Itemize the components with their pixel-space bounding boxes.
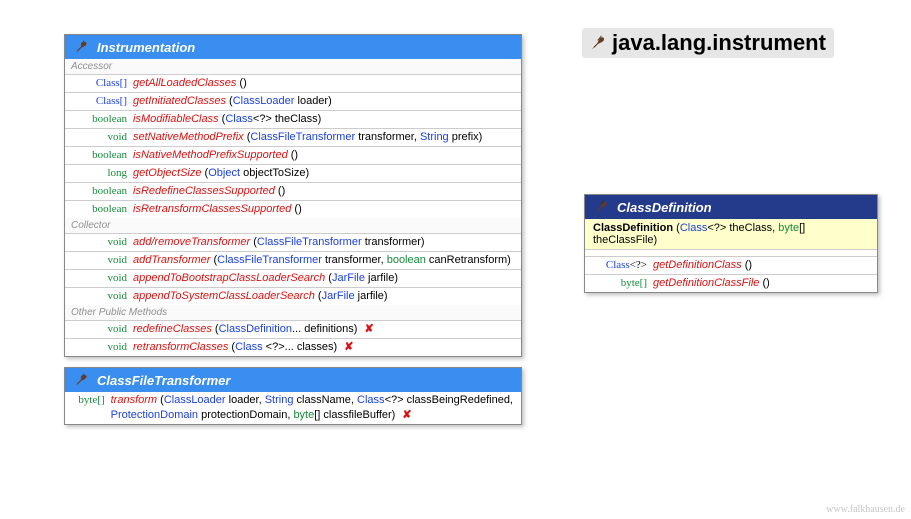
class-title-text: Instrumentation <box>97 40 195 55</box>
return-type: byte[] <box>585 276 653 291</box>
method-row: booleanisRetransformClassesSupported () <box>65 201 521 218</box>
method-signature: setNativeMethodPrefix (ClassFileTransfor… <box>133 130 482 145</box>
method-row: voidredefineClasses (ClassDefinition... … <box>65 321 521 339</box>
return-type: void <box>65 340 133 355</box>
section-collector: Collector <box>65 218 521 234</box>
return-type: byte[] <box>65 393 111 408</box>
method-row: booleanisRedefineClassesSupported () <box>65 183 521 201</box>
method-signature: getDefinitionClassFile () <box>653 276 770 291</box>
method-row: booleanisNativeMethodPrefixSupported () <box>65 147 521 165</box>
method-row: booleanisModifiableClass (Class<?> theCl… <box>65 111 521 129</box>
method-list-cd: Class<?>getDefinitionClass ()byte[]getDe… <box>585 257 877 292</box>
class-box-classdefinition: ClassDefinition ClassDefinition (Class<?… <box>584 194 878 293</box>
method-row: voidappendToBootstrapClassLoaderSearch (… <box>65 270 521 288</box>
method-row: voidadd/removeTransformer (ClassFileTran… <box>65 234 521 252</box>
package-title-text: java.lang.instrument <box>612 30 826 56</box>
return-type: void <box>65 130 133 145</box>
method-row: voidaddTransformer (ClassFileTransformer… <box>65 252 521 270</box>
method-signature: transform (ClassLoader loader, String cl… <box>111 393 513 423</box>
method-signature: getAllLoadedClasses () <box>133 76 247 91</box>
class-box-classfiletransformer: ClassFileTransformer byte[]transform (Cl… <box>64 367 522 425</box>
method-signature: isNativeMethodPrefixSupported () <box>133 148 298 163</box>
return-type: Class[] <box>65 94 133 109</box>
return-type: boolean <box>65 184 133 199</box>
method-list-cft: byte[]transform (ClassLoader loader, Str… <box>65 392 521 424</box>
return-type: void <box>65 235 133 250</box>
class-box-instrumentation: Instrumentation Accessor Class[]getAllLo… <box>64 34 522 357</box>
return-type: boolean <box>65 112 133 127</box>
method-signature: isRetransformClassesSupported () <box>133 202 302 217</box>
return-type: void <box>65 289 133 304</box>
violin-icon <box>73 372 91 388</box>
method-row: voidsetNativeMethodPrefix (ClassFileTran… <box>65 129 521 147</box>
method-signature: getDefinitionClass () <box>653 258 752 273</box>
method-row: byte[]getDefinitionClassFile () <box>585 275 877 292</box>
method-list-other: voidredefineClasses (ClassDefinition... … <box>65 321 521 356</box>
return-type: void <box>65 253 133 268</box>
return-type: boolean <box>65 148 133 163</box>
method-list-accessor: Class[]getAllLoadedClasses ()Class[]getI… <box>65 75 521 218</box>
method-signature: appendToSystemClassLoaderSearch (JarFile… <box>133 289 388 304</box>
method-row: Class<?>getDefinitionClass () <box>585 257 877 275</box>
method-row: voidretransformClasses (Class <?>... cla… <box>65 339 521 356</box>
class-title-classdefinition: ClassDefinition <box>585 195 877 219</box>
method-signature: add/removeTransformer (ClassFileTransfor… <box>133 235 425 250</box>
footer-link[interactable]: www.falkhausen.de <box>826 504 905 515</box>
package-title: java.lang.instrument <box>582 28 834 58</box>
method-signature: isRedefineClassesSupported () <box>133 184 285 199</box>
method-list-collector: voidadd/removeTransformer (ClassFileTran… <box>65 234 521 305</box>
class-title-text: ClassDefinition <box>617 200 712 215</box>
section-other: Other Public Methods <box>65 305 521 321</box>
spacer <box>585 250 877 257</box>
class-title-classfiletransformer: ClassFileTransformer <box>65 368 521 392</box>
method-signature: redefineClasses (ClassDefinition... defi… <box>133 322 374 337</box>
canvas: java.lang.instrument Instrumentation Acc… <box>0 0 911 519</box>
method-signature: getObjectSize (Object objectToSize) <box>133 166 309 181</box>
method-signature: addTransformer (ClassFileTransformer tra… <box>133 253 511 268</box>
section-accessor: Accessor <box>65 59 521 75</box>
violin-icon <box>593 199 611 215</box>
return-type: boolean <box>65 202 133 217</box>
method-row: Class[]getInitiatedClasses (ClassLoader … <box>65 93 521 111</box>
method-signature: retransformClasses (Class <?>... classes… <box>133 340 354 355</box>
return-type: Class<?> <box>585 258 653 273</box>
method-row: longgetObjectSize (Object objectToSize) <box>65 165 521 183</box>
method-row: byte[]transform (ClassLoader loader, Str… <box>65 392 521 424</box>
violin-icon <box>73 39 91 55</box>
method-signature: isModifiableClass (Class<?> theClass) <box>133 112 321 127</box>
constructor-row: ClassDefinition (Class<?> theClass, byte… <box>585 219 877 250</box>
violin-icon <box>590 34 608 52</box>
return-type: long <box>65 166 133 181</box>
class-title-instrumentation: Instrumentation <box>65 35 521 59</box>
return-type: void <box>65 322 133 337</box>
method-row: voidappendToSystemClassLoaderSearch (Jar… <box>65 288 521 305</box>
return-type: Class[] <box>65 76 133 91</box>
return-type: void <box>65 271 133 286</box>
method-signature: getInitiatedClasses (ClassLoader loader) <box>133 94 332 109</box>
class-title-text: ClassFileTransformer <box>97 373 230 388</box>
method-row: Class[]getAllLoadedClasses () <box>65 75 521 93</box>
method-signature: appendToBootstrapClassLoaderSearch (JarF… <box>133 271 398 286</box>
